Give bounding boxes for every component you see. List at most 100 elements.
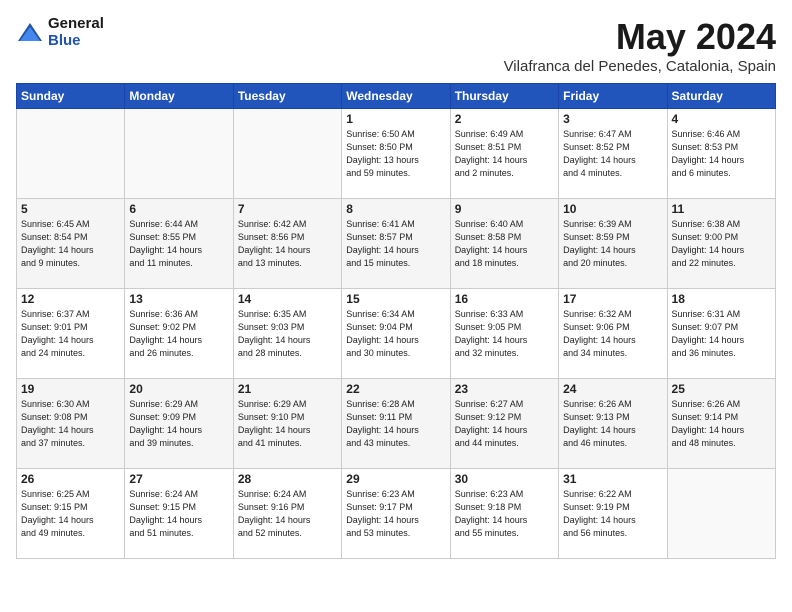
cell-info: Sunrise: 6:40 AM Sunset: 8:58 PM Dayligh…	[455, 218, 554, 270]
cell-info: Sunrise: 6:34 AM Sunset: 9:04 PM Dayligh…	[346, 308, 445, 360]
day-number: 2	[455, 112, 554, 126]
header-tuesday: Tuesday	[233, 84, 341, 109]
calendar-cell	[125, 109, 233, 199]
calendar-cell	[233, 109, 341, 199]
calendar-week-4: 26 Sunrise: 6:25 AM Sunset: 9:15 PM Dayli…	[17, 469, 776, 559]
calendar-cell: 22 Sunrise: 6:28 AM Sunset: 9:11 PM Dayli…	[342, 379, 450, 469]
header-sunday: Sunday	[17, 84, 125, 109]
cell-info: Sunrise: 6:25 AM Sunset: 9:15 PM Dayligh…	[21, 488, 120, 540]
cell-info: Sunrise: 6:33 AM Sunset: 9:05 PM Dayligh…	[455, 308, 554, 360]
header-row: Sunday Monday Tuesday Wednesday Thursday…	[17, 84, 776, 109]
day-number: 17	[563, 292, 662, 306]
header-thursday: Thursday	[450, 84, 558, 109]
cell-info: Sunrise: 6:46 AM Sunset: 8:53 PM Dayligh…	[672, 128, 771, 180]
calendar-cell: 11 Sunrise: 6:38 AM Sunset: 9:00 PM Dayli…	[667, 199, 775, 289]
calendar-cell: 16 Sunrise: 6:33 AM Sunset: 9:05 PM Dayli…	[450, 289, 558, 379]
calendar-cell: 28 Sunrise: 6:24 AM Sunset: 9:16 PM Dayli…	[233, 469, 341, 559]
calendar-cell: 18Sunrise: 6:31 AM Sunset: 9:07 PM Dayli…	[667, 289, 775, 379]
calendar-cell: 3Sunrise: 6:47 AM Sunset: 8:52 PM Daylig…	[559, 109, 667, 199]
cell-info: Sunrise: 6:36 AM Sunset: 9:02 PM Dayligh…	[129, 308, 228, 360]
day-number: 24	[563, 382, 662, 396]
day-number: 14	[238, 292, 337, 306]
cell-info: Sunrise: 6:28 AM Sunset: 9:11 PM Dayligh…	[346, 398, 445, 450]
title-section: May 2024 Vilafranca del Penedes, Catalon…	[504, 16, 776, 75]
calendar-week-3: 19 Sunrise: 6:30 AM Sunset: 9:08 PM Dayli…	[17, 379, 776, 469]
day-number: 15	[346, 292, 445, 306]
location-title: Vilafranca del Penedes, Catalonia, Spain	[504, 58, 776, 75]
calendar-cell: 2 Sunrise: 6:49 AM Sunset: 8:51 PM Daylig…	[450, 109, 558, 199]
day-number: 29	[346, 472, 445, 486]
cell-info: Sunrise: 6:45 AM Sunset: 8:54 PM Dayligh…	[21, 218, 120, 270]
day-number: 6	[129, 202, 228, 216]
day-number: 30	[455, 472, 554, 486]
cell-info: Sunrise: 6:38 AM Sunset: 9:00 PM Dayligh…	[672, 218, 771, 270]
day-number: 26	[21, 472, 120, 486]
calendar-cell: 7 Sunrise: 6:42 AM Sunset: 8:56 PM Daylig…	[233, 199, 341, 289]
day-number: 1	[346, 112, 445, 126]
calendar-cell: 8 Sunrise: 6:41 AM Sunset: 8:57 PM Daylig…	[342, 199, 450, 289]
calendar-week-1: 5 Sunrise: 6:45 AM Sunset: 8:54 PM Daylig…	[17, 199, 776, 289]
calendar-week-0: 1 Sunrise: 6:50 AM Sunset: 8:50 PM Daylig…	[17, 109, 776, 199]
day-number: 7	[238, 202, 337, 216]
cell-info: Sunrise: 6:41 AM Sunset: 8:57 PM Dayligh…	[346, 218, 445, 270]
calendar-cell	[667, 469, 775, 559]
logo-text: General Blue	[48, 16, 104, 49]
calendar-cell: 20Sunrise: 6:29 AM Sunset: 9:09 PM Dayli…	[125, 379, 233, 469]
day-number: 11	[672, 202, 771, 216]
logo-icon	[16, 19, 44, 47]
calendar-cell: 4 Sunrise: 6:46 AM Sunset: 8:53 PM Daylig…	[667, 109, 775, 199]
header-wednesday: Wednesday	[342, 84, 450, 109]
calendar-cell: 26 Sunrise: 6:25 AM Sunset: 9:15 PM Dayli…	[17, 469, 125, 559]
day-number: 5	[21, 202, 120, 216]
cell-info: Sunrise: 6:22 AM Sunset: 9:19 PM Dayligh…	[563, 488, 662, 540]
day-number: 31	[563, 472, 662, 486]
calendar-cell: 31 Sunrise: 6:22 AM Sunset: 9:19 PM Dayli…	[559, 469, 667, 559]
cell-info: Sunrise: 6:24 AM Sunset: 9:16 PM Dayligh…	[238, 488, 337, 540]
calendar-cell: 10Sunrise: 6:39 AM Sunset: 8:59 PM Dayli…	[559, 199, 667, 289]
cell-info: Sunrise: 6:29 AM Sunset: 9:09 PM Dayligh…	[129, 398, 228, 450]
cell-info: Sunrise: 6:39 AM Sunset: 8:59 PM Dayligh…	[563, 218, 662, 270]
calendar-cell: 23Sunrise: 6:27 AM Sunset: 9:12 PM Dayli…	[450, 379, 558, 469]
cell-info: Sunrise: 6:29 AM Sunset: 9:10 PM Dayligh…	[238, 398, 337, 450]
calendar-cell: 9 Sunrise: 6:40 AM Sunset: 8:58 PM Daylig…	[450, 199, 558, 289]
logo: General Blue	[16, 16, 104, 49]
calendar-cell: 15 Sunrise: 6:34 AM Sunset: 9:04 PM Dayli…	[342, 289, 450, 379]
day-number: 13	[129, 292, 228, 306]
logo-blue-text: Blue	[48, 33, 104, 50]
day-number: 19	[21, 382, 120, 396]
cell-info: Sunrise: 6:32 AM Sunset: 9:06 PM Dayligh…	[563, 308, 662, 360]
day-number: 8	[346, 202, 445, 216]
calendar-cell: 27Sunrise: 6:24 AM Sunset: 9:15 PM Dayli…	[125, 469, 233, 559]
cell-info: Sunrise: 6:23 AM Sunset: 9:17 PM Dayligh…	[346, 488, 445, 540]
cell-info: Sunrise: 6:23 AM Sunset: 9:18 PM Dayligh…	[455, 488, 554, 540]
cell-info: Sunrise: 6:35 AM Sunset: 9:03 PM Dayligh…	[238, 308, 337, 360]
logo-general-text: General	[48, 16, 104, 33]
header-monday: Monday	[125, 84, 233, 109]
calendar-cell: 17 Sunrise: 6:32 AM Sunset: 9:06 PM Dayli…	[559, 289, 667, 379]
day-number: 4	[672, 112, 771, 126]
calendar-week-2: 12Sunrise: 6:37 AM Sunset: 9:01 PM Dayli…	[17, 289, 776, 379]
cell-info: Sunrise: 6:26 AM Sunset: 9:13 PM Dayligh…	[563, 398, 662, 450]
calendar-cell: 25Sunrise: 6:26 AM Sunset: 9:14 PM Dayli…	[667, 379, 775, 469]
header-saturday: Saturday	[667, 84, 775, 109]
day-number: 28	[238, 472, 337, 486]
cell-info: Sunrise: 6:47 AM Sunset: 8:52 PM Dayligh…	[563, 128, 662, 180]
cell-info: Sunrise: 6:42 AM Sunset: 8:56 PM Dayligh…	[238, 218, 337, 270]
calendar-cell: 12Sunrise: 6:37 AM Sunset: 9:01 PM Dayli…	[17, 289, 125, 379]
cell-info: Sunrise: 6:49 AM Sunset: 8:51 PM Dayligh…	[455, 128, 554, 180]
day-number: 16	[455, 292, 554, 306]
page-header: General Blue May 2024 Vilafranca del Pen…	[16, 16, 776, 75]
cell-info: Sunrise: 6:50 AM Sunset: 8:50 PM Dayligh…	[346, 128, 445, 180]
calendar-cell: 5 Sunrise: 6:45 AM Sunset: 8:54 PM Daylig…	[17, 199, 125, 289]
month-title: May 2024	[504, 16, 776, 58]
calendar-cell: 29 Sunrise: 6:23 AM Sunset: 9:17 PM Dayli…	[342, 469, 450, 559]
day-number: 22	[346, 382, 445, 396]
calendar-table: Sunday Monday Tuesday Wednesday Thursday…	[16, 83, 776, 559]
cell-info: Sunrise: 6:30 AM Sunset: 9:08 PM Dayligh…	[21, 398, 120, 450]
cell-info: Sunrise: 6:31 AM Sunset: 9:07 PM Dayligh…	[672, 308, 771, 360]
cell-info: Sunrise: 6:26 AM Sunset: 9:14 PM Dayligh…	[672, 398, 771, 450]
day-number: 21	[238, 382, 337, 396]
calendar-cell: 14 Sunrise: 6:35 AM Sunset: 9:03 PM Dayli…	[233, 289, 341, 379]
header-friday: Friday	[559, 84, 667, 109]
day-number: 9	[455, 202, 554, 216]
